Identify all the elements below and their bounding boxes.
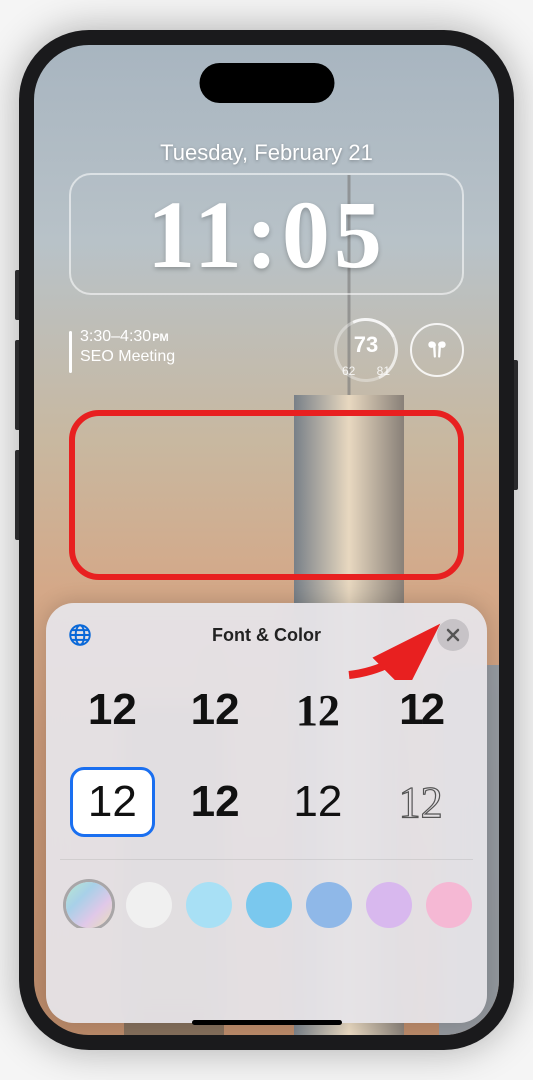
font-option-4[interactable]: 12	[70, 767, 155, 837]
color-swatch-3[interactable]	[246, 882, 292, 928]
annotation-highlight-box	[69, 410, 464, 580]
silent-switch	[15, 270, 19, 320]
color-swatch-5[interactable]	[366, 882, 412, 928]
volume-down-button	[15, 450, 19, 540]
clock-time: 11:05	[147, 179, 386, 290]
color-swatch-1[interactable]	[126, 882, 172, 928]
color-swatch-2[interactable]	[186, 882, 232, 928]
divider	[60, 859, 473, 860]
globe-icon	[67, 622, 93, 648]
iphone-frame: Tuesday, February 21 11:05 3:30–4:30PM S…	[19, 30, 514, 1050]
screen: Tuesday, February 21 11:05 3:30–4:30PM S…	[34, 45, 499, 1035]
weather-widget[interactable]: 73 62 81	[334, 318, 398, 382]
sheet-title: Font & Color	[212, 625, 321, 646]
volume-up-button	[15, 340, 19, 430]
home-indicator[interactable]	[192, 1020, 342, 1025]
font-option-2[interactable]: 12	[276, 675, 361, 745]
font-option-5[interactable]: 12	[173, 767, 258, 837]
font-option-6[interactable]: 12	[276, 767, 361, 837]
color-swatch-6[interactable]	[426, 882, 472, 928]
airpods-widget[interactable]	[410, 323, 464, 377]
font-color-sheet: Font & Color 12 12 12 12 12 12 12 12	[46, 603, 487, 1023]
weather-low: 62	[342, 364, 355, 378]
weather-high: 81	[377, 364, 390, 378]
clock-widget[interactable]: 11:05	[69, 173, 464, 295]
calendar-time: 3:30–4:30PM	[80, 328, 175, 346]
font-grid: 12 12 12 12 12 12 12 12	[46, 659, 487, 855]
font-option-3[interactable]: 12	[378, 675, 463, 745]
color-swatch-4[interactable]	[306, 882, 352, 928]
font-option-1[interactable]: 12	[173, 675, 258, 745]
lock-date[interactable]: Tuesday, February 21	[34, 140, 499, 166]
calendar-widget[interactable]: 3:30–4:30PM SEO Meeting	[69, 328, 175, 373]
font-option-0[interactable]: 12	[70, 675, 155, 745]
font-option-7[interactable]: 12	[378, 767, 463, 837]
calendar-title: SEO Meeting	[80, 348, 175, 366]
globe-button[interactable]	[64, 619, 96, 651]
color-swatch-0[interactable]	[66, 882, 112, 928]
widgets-row[interactable]: 3:30–4:30PM SEO Meeting 73 62 81	[69, 310, 464, 390]
power-button	[514, 360, 518, 490]
color-row	[46, 864, 487, 928]
airpods-icon	[424, 337, 450, 363]
dynamic-island	[199, 63, 334, 103]
close-button[interactable]	[437, 619, 469, 651]
weather-current: 73	[334, 332, 398, 358]
calendar-accent-bar	[69, 331, 72, 373]
close-icon	[446, 628, 460, 642]
